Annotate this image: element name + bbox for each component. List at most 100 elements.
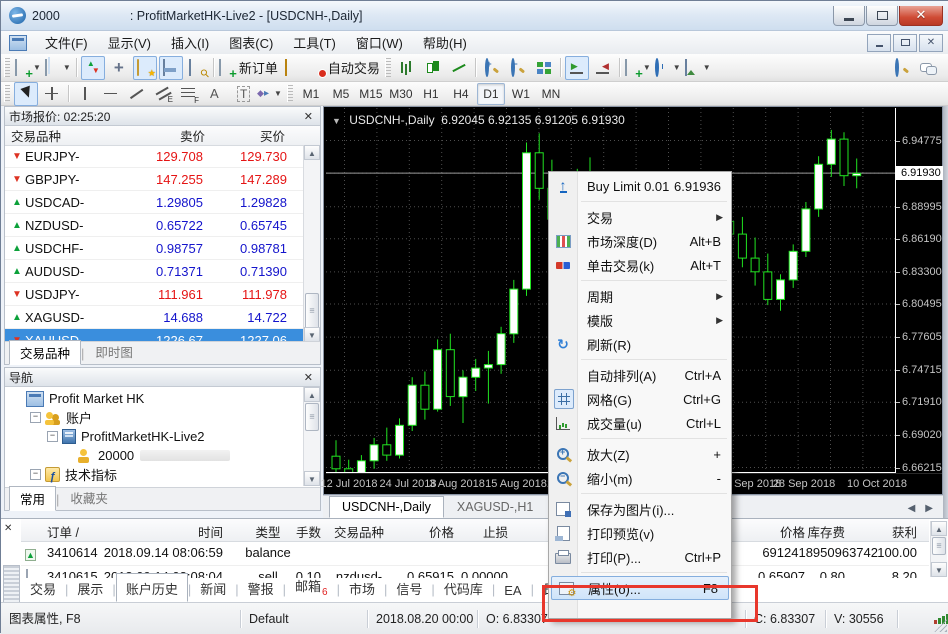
terminal-tab-警报[interactable]: 警报 — [239, 576, 283, 601]
auto-scroll-button[interactable] — [565, 56, 589, 80]
scroll-up-icon[interactable]: ▲ — [304, 387, 320, 402]
timeframe-M5[interactable]: M5 — [327, 83, 355, 105]
market-watch-row[interactable]: ▼GBPJPY- 147.255 147.289 — [5, 168, 304, 191]
collapse-icon[interactable]: − — [30, 412, 41, 423]
context-menu-item[interactable]: +放大(Z)+ — [549, 442, 731, 466]
terminal-column-header[interactable]: 交易品种 — [334, 522, 384, 541]
terminal-tab-账户历史[interactable]: 账户历史 — [116, 573, 188, 602]
terminal-tab-市场[interactable]: 市场 — [340, 576, 384, 601]
market-watch-row[interactable]: ▲USDCAD- 1.29805 1.29828 — [5, 191, 304, 214]
indicators-button[interactable]: +▼ — [624, 56, 652, 80]
navigator-tab-常用[interactable]: 常用 — [9, 486, 56, 511]
menu-item-1[interactable]: 显示(V) — [98, 31, 161, 54]
market-watch-tab-即时图[interactable]: 即时图 — [84, 339, 144, 364]
scroll-down-icon[interactable]: ▼ — [931, 562, 947, 577]
terminal-tab-交易[interactable]: 交易 — [21, 576, 65, 601]
scrollbar-thumb[interactable] — [305, 293, 319, 329]
scrollbar-thumb[interactable] — [305, 403, 319, 431]
navigator-item[interactable]: − 账户 — [5, 408, 304, 427]
line-chart-button[interactable] — [447, 56, 471, 80]
candlestick-chart-button[interactable] — [421, 56, 445, 80]
context-menu-item[interactable]: 交易▶ — [549, 205, 731, 229]
terminal-column-header[interactable]: 时间 — [198, 522, 223, 541]
chart-window-icon[interactable] — [9, 35, 27, 51]
navigator-tab-收藏夹[interactable]: 收藏夹 — [59, 485, 119, 510]
timeframe-H1[interactable]: H1 — [417, 83, 445, 105]
resize-grip[interactable] — [934, 619, 947, 632]
context-menu-item[interactable]: 保存为图片(i)... — [549, 497, 731, 521]
vertical-line-tool-button[interactable] — [73, 82, 97, 106]
collapse-icon[interactable]: − — [47, 431, 58, 442]
chart-shift-button[interactable] — [591, 56, 615, 80]
column-symbol[interactable]: 交易品种 — [5, 126, 131, 145]
data-window-button[interactable] — [107, 56, 131, 80]
periods-button[interactable]: ▼ — [654, 56, 682, 80]
arrows-tool-button[interactable]: ▼ — [255, 82, 283, 106]
scroll-up-icon[interactable]: ▲ — [304, 145, 320, 160]
terminal-tab-EA[interactable]: EA — [495, 580, 530, 601]
terminal-toggle-button[interactable] — [159, 56, 183, 80]
navigator-item[interactable]: − ProfitMarketHK-Live2 — [5, 427, 304, 446]
menu-item-6[interactable]: 帮助(H) — [413, 31, 477, 54]
timeframe-D1[interactable]: D1 — [477, 83, 505, 105]
minimize-button[interactable] — [833, 6, 865, 26]
zoom-in-button[interactable]: + — [480, 56, 504, 80]
crosshair-tool-button[interactable] — [40, 82, 64, 106]
chart-tab-XAGUSD-,H1[interactable]: XAGUSD-,H1 — [444, 496, 546, 518]
market-watch-scrollbar[interactable]: ▲ ▼ — [303, 145, 320, 342]
terminal-column-header[interactable]: 价格 — [429, 522, 454, 541]
navigator-scrollbar[interactable]: ▲ ▼ — [303, 387, 320, 486]
column-ask[interactable]: 买价 — [205, 126, 289, 145]
toolbar-grip[interactable] — [4, 85, 10, 101]
child-restore-button[interactable] — [893, 34, 917, 52]
search-button[interactable] — [890, 56, 914, 80]
new-order-button[interactable]: +新订单 — [218, 56, 279, 80]
autotrade-button[interactable]: 自动交易 — [307, 56, 381, 80]
timeframe-H4[interactable]: H4 — [447, 83, 475, 105]
chart-tabs-right-icon[interactable]: ▶ — [925, 503, 933, 514]
toolbar-grip[interactable] — [4, 58, 10, 77]
terminal-column-header[interactable]: 库存费 — [807, 522, 845, 541]
context-menu-item[interactable]: 网格(G)Ctrl+G — [549, 387, 731, 411]
context-menu-item[interactable]: 自动排列(A)Ctrl+A — [549, 363, 731, 387]
navigator-close-icon[interactable]: ✕ — [301, 371, 316, 384]
terminal-column-header[interactable]: 价格 — [780, 522, 805, 541]
new-chart-button[interactable]: +▼ — [14, 56, 42, 80]
terminal-close-icon[interactable]: ✕ — [4, 523, 12, 534]
timeframe-M15[interactable]: M15 — [357, 83, 385, 105]
market-watch-toggle-button[interactable] — [81, 56, 105, 80]
market-watch-row[interactable]: ▼EURJPY- 129.708 129.730 — [5, 145, 304, 168]
context-menu-item[interactable]: 打印(P)...Ctrl+P — [549, 545, 731, 569]
close-button[interactable]: ✕ — [899, 6, 943, 26]
menu-item-0[interactable]: 文件(F) — [35, 31, 98, 54]
timeframe-MN[interactable]: MN — [537, 83, 565, 105]
equidistant-channel-tool-button[interactable] — [151, 82, 175, 106]
menu-item-2[interactable]: 插入(I) — [161, 31, 219, 54]
templates-button[interactable]: ▼ — [684, 56, 712, 80]
metaeditor-button[interactable] — [281, 56, 305, 80]
fibonacci-tool-button[interactable] — [177, 82, 201, 106]
navigator-toggle-button[interactable] — [133, 56, 157, 80]
terminal-column-header[interactable]: 类型 — [255, 522, 280, 541]
toolbar-grip[interactable] — [385, 58, 391, 77]
terminal-column-header[interactable]: 手数 — [296, 522, 321, 541]
scroll-down-icon[interactable]: ▼ — [304, 327, 320, 342]
collapse-icon[interactable]: − — [30, 469, 41, 480]
terminal-tab-代码库[interactable]: 代码库 — [435, 576, 492, 601]
context-menu-item[interactable]: 周期▶ — [549, 284, 731, 308]
cursor-tool-button[interactable] — [14, 82, 38, 106]
timeframe-W1[interactable]: W1 — [507, 83, 535, 105]
bar-chart-button[interactable] — [395, 56, 419, 80]
terminal-column-header[interactable]: 订单 / — [47, 522, 79, 541]
context-menu-item[interactable]: 市场深度(D)Alt+B — [549, 229, 731, 253]
price-scale[interactable]: 6.947756.889956.861906.833006.804956.776… — [896, 108, 942, 472]
chart-tabs-left-icon[interactable]: ◀ — [908, 503, 916, 514]
terminal-column-header[interactable]: 止损 — [483, 522, 508, 541]
community-chat-button[interactable] — [916, 56, 940, 80]
chart-tab-USDCNH-,Daily[interactable]: USDCNH-,Daily — [329, 496, 444, 518]
text-label-tool-button[interactable] — [229, 82, 253, 106]
context-menu-item[interactable]: 模版▶ — [549, 308, 731, 332]
horizontal-line-tool-button[interactable] — [99, 82, 123, 106]
scroll-down-icon[interactable]: ▼ — [304, 471, 320, 486]
toolbar-grip[interactable] — [287, 85, 293, 101]
